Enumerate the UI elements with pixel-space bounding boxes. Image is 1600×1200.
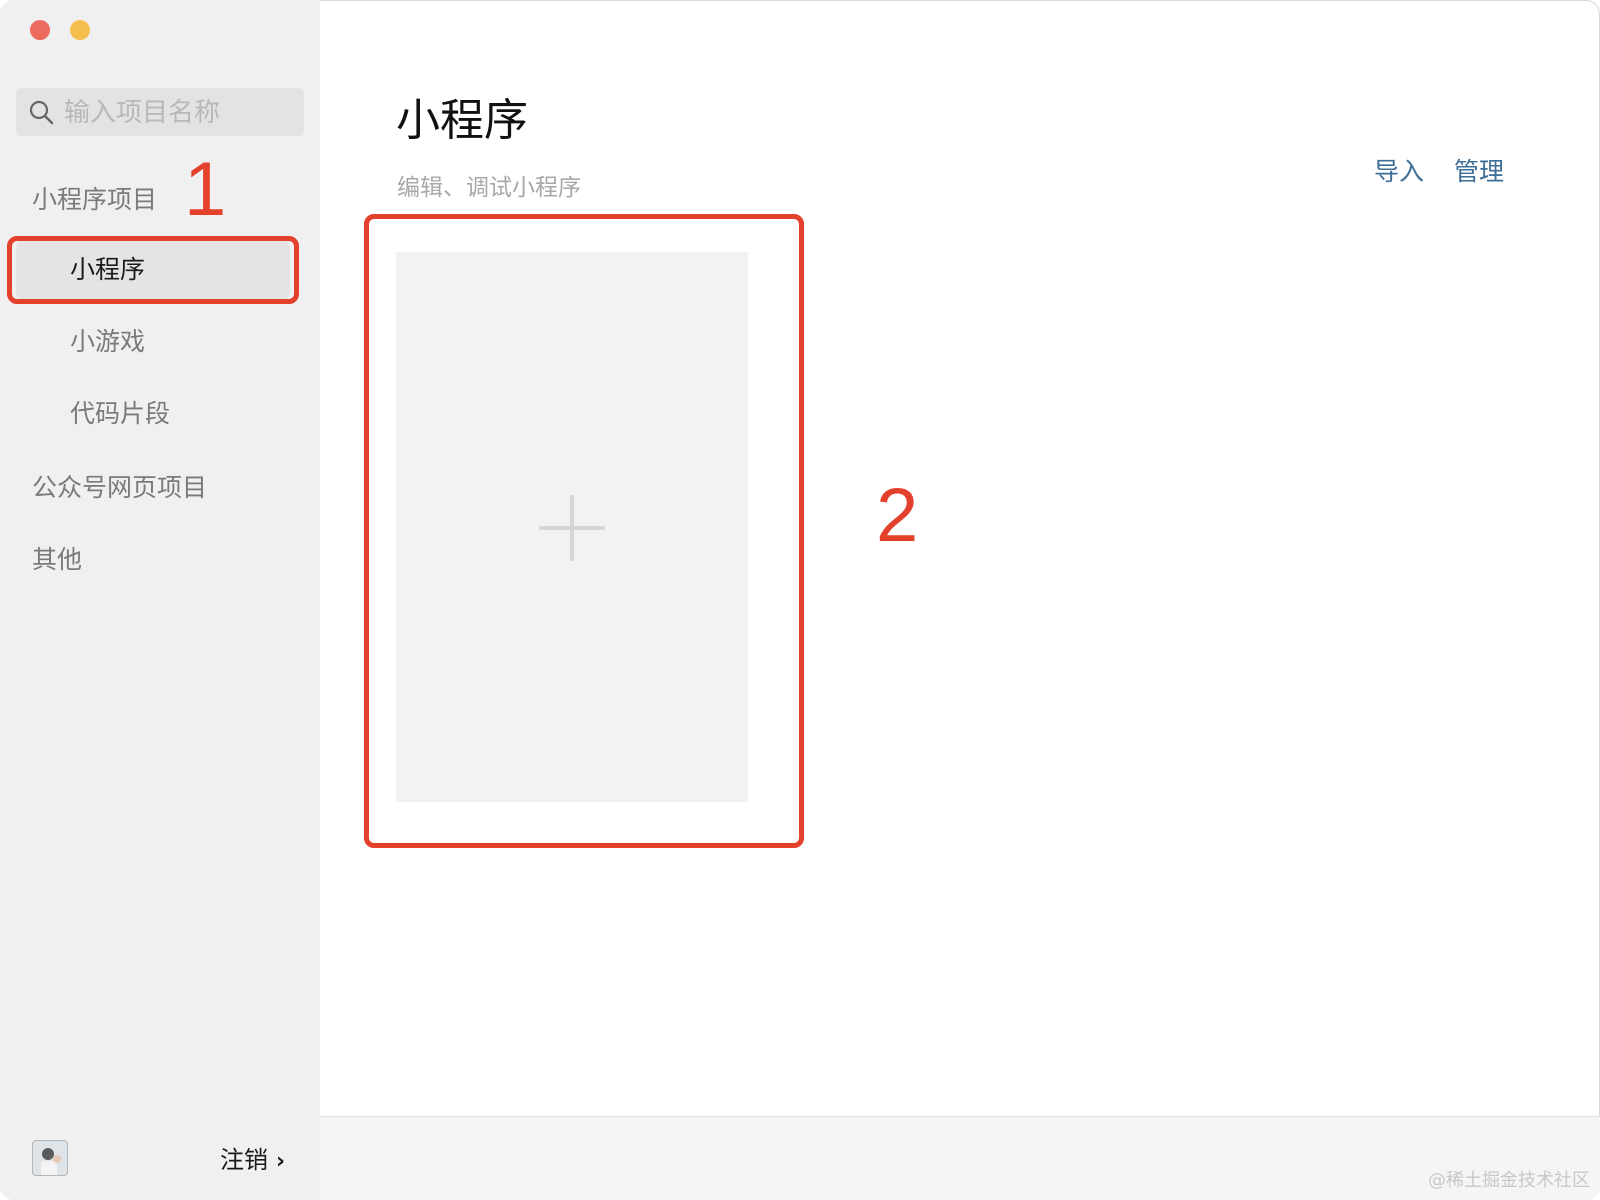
- logout-label: 注销: [220, 1146, 268, 1174]
- sidebar-item-code-snippets[interactable]: 代码片段: [16, 384, 290, 444]
- annotation-number-2: 2: [876, 473, 919, 558]
- sidebar-section-other[interactable]: 其他: [32, 540, 82, 576]
- minimize-window-button[interactable]: [70, 20, 90, 40]
- close-window-button[interactable]: [30, 20, 50, 40]
- avatar[interactable]: [32, 1140, 68, 1176]
- sidebar-item-minigame[interactable]: 小游戏: [16, 312, 290, 372]
- search-icon: [29, 100, 54, 125]
- sidebar-section-web-project[interactable]: 公众号网页项目: [32, 468, 207, 504]
- annotation-number-1: 1: [184, 147, 227, 232]
- sidebar-item-label: 代码片段: [70, 399, 171, 428]
- annotation-box-1: [7, 236, 299, 304]
- chevron-right-icon: ›: [276, 1149, 286, 1174]
- watermark: @稀土掘金技术社区: [1428, 1170, 1590, 1191]
- sidebar-item-label: 小游戏: [70, 327, 146, 356]
- annotation-box-2: [364, 214, 804, 848]
- search-box[interactable]: [16, 88, 304, 138]
- manage-button[interactable]: 管理: [1454, 157, 1504, 186]
- page-subtitle: 编辑、调试小程序: [397, 175, 581, 201]
- app-window: 小程序项目 小程序 小游戏 代码片段 公众号网页项目 其他 注销› 小程序 编辑…: [0, 0, 1600, 1200]
- page-title: 小程序: [396, 95, 528, 146]
- sidebar-section-miniprogram[interactable]: 小程序项目: [32, 180, 157, 216]
- search-input[interactable]: [62, 88, 296, 138]
- avatar-image: [33, 1141, 67, 1175]
- logout-button[interactable]: 注销 ›: [220, 1140, 285, 1175]
- header-actions: 导入 管理: [1352, 152, 1504, 188]
- import-button[interactable]: 导入: [1374, 157, 1424, 186]
- footer-bar: [320, 1116, 1600, 1200]
- sidebar: 小程序项目 小程序 小游戏 代码片段 公众号网页项目 其他 注销›: [0, 0, 320, 1200]
